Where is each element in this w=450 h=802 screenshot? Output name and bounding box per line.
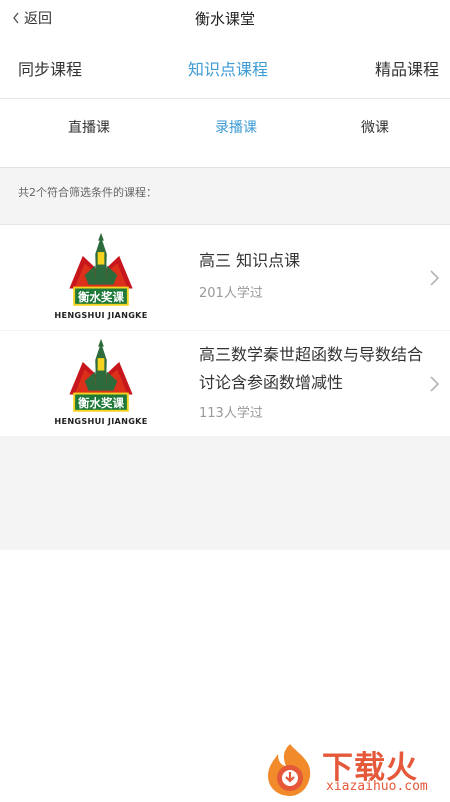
tab-sync-courses[interactable]: 同步课程 bbox=[18, 56, 82, 80]
subtab-recorded[interactable]: 录播课 bbox=[215, 117, 257, 137]
format-subtabs: 直播课 录播课 微课 bbox=[0, 99, 450, 168]
tab-premium-courses[interactable]: 精品课程 bbox=[375, 56, 439, 80]
chevron-right-icon bbox=[430, 376, 440, 392]
course-learner-count: 113人学过 bbox=[199, 406, 263, 421]
course-learner-count: 201人学过 bbox=[199, 286, 263, 301]
page-title: 衡水课堂 bbox=[194, 10, 255, 28]
hengshui-jiangke-logo bbox=[54, 232, 148, 321]
course-title-line: 高三数学秦世超函数与导数结合 bbox=[199, 345, 424, 364]
course-type-tabs: 同步课程 知识点课程 精品课程 bbox=[0, 36, 450, 99]
watermark: 下载火 xiazaihuo.com bbox=[262, 742, 448, 798]
course-card[interactable]: 高三数学秦世超函数与导数结合 讨论含参函数增减性 113人学过 bbox=[0, 331, 450, 436]
watermark-url: xiazaihuo.com bbox=[326, 779, 428, 794]
filter-summary: 共2个符合筛选条件的课程： bbox=[18, 186, 157, 199]
subtab-micro[interactable]: 微课 bbox=[361, 117, 389, 137]
navigation-bar: 返回 衡水课堂 bbox=[0, 0, 450, 36]
chevron-right-icon bbox=[430, 270, 440, 286]
hengshui-jiangke-logo bbox=[54, 338, 148, 427]
course-title-line: 讨论含参函数增减性 bbox=[199, 373, 344, 392]
subtab-live[interactable]: 直播课 bbox=[68, 117, 110, 137]
course-title: 高三 知识点课 bbox=[199, 251, 301, 270]
flame-logo-icon bbox=[268, 744, 311, 796]
tab-knowledge-courses[interactable]: 知识点课程 bbox=[188, 56, 268, 80]
course-card[interactable]: 高三 知识点课 201人学过 bbox=[0, 224, 450, 330]
